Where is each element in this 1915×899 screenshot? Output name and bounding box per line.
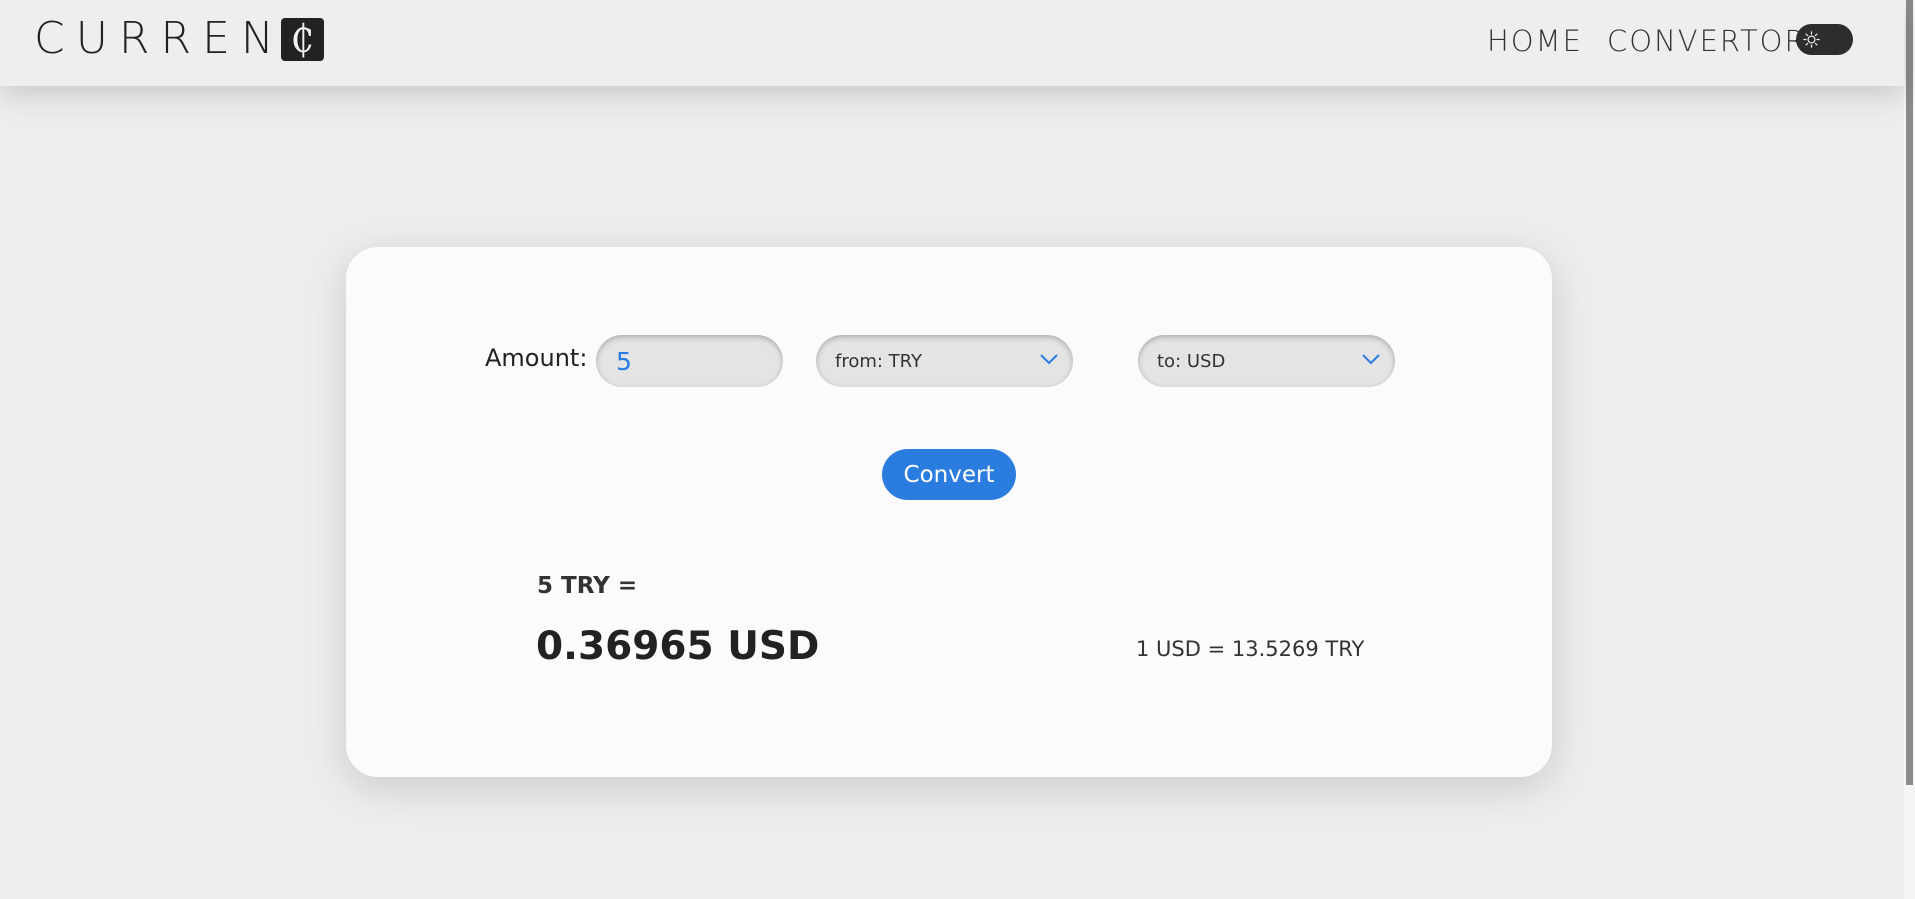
amount-input-value: 5: [616, 346, 632, 376]
sun-icon: [1799, 27, 1824, 52]
amount-label: Amount:: [485, 344, 588, 372]
converter-card: Amount: 5 from: TRY to: USD Convert 5 TR…: [346, 247, 1552, 777]
theme-toggle[interactable]: [1796, 24, 1853, 55]
result-converted-value: 0.36965 USD: [536, 624, 820, 669]
brand-logo[interactable]: CURREN ₵: [34, 16, 324, 62]
from-currency-select[interactable]: from: TRY: [816, 335, 1073, 387]
chevron-down-icon: [1040, 354, 1058, 365]
from-currency-value: from: TRY: [835, 350, 923, 372]
logo-text: CURREN: [34, 13, 285, 64]
exchange-rate: 1 USD = 13.5269 TRY: [1136, 637, 1365, 661]
to-currency-select[interactable]: to: USD: [1138, 335, 1395, 387]
to-currency-value: to: USD: [1157, 350, 1226, 372]
page-scrollbar[interactable]: [1904, 0, 1915, 899]
logo-mark-icon: ₵: [280, 17, 324, 61]
top-navbar: CURREN ₵ HOME CONVERTOR: [0, 0, 1904, 86]
nav-convertor-link[interactable]: CONVERTOR: [1607, 24, 1807, 58]
nav-home-link[interactable]: HOME: [1487, 24, 1583, 58]
amount-input[interactable]: 5: [596, 335, 783, 387]
chevron-down-icon: [1362, 354, 1380, 365]
convert-button[interactable]: Convert: [882, 449, 1016, 500]
result-from-amount: 5 TRY =: [537, 573, 638, 599]
scrollbar-thumb[interactable]: [1906, 0, 1913, 785]
